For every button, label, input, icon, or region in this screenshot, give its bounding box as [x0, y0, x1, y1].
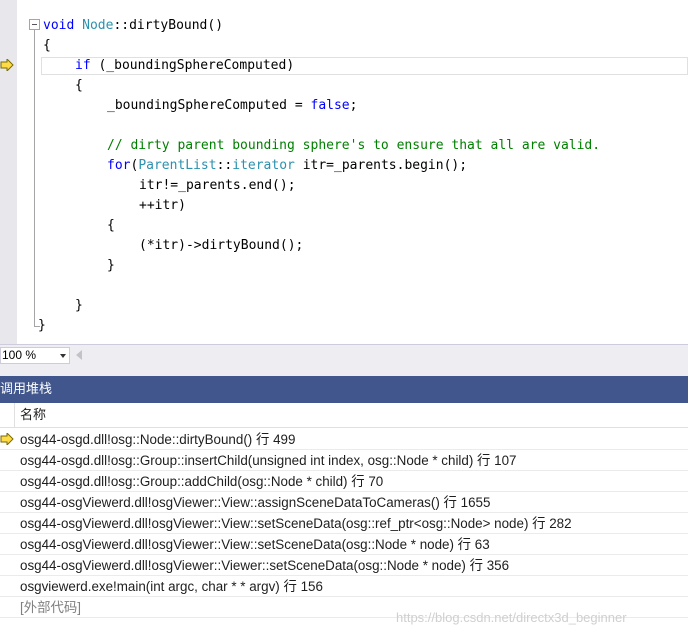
code-token: } — [75, 298, 83, 313]
callstack-frame-text: osg44-osgViewerd.dll!osgViewer::Viewer::… — [20, 558, 510, 573]
callstack-row[interactable]: osg44-osgViewerd.dll!osgViewer::Viewer::… — [0, 555, 688, 576]
code-line[interactable]: } — [38, 316, 46, 336]
code-token: (_boundingSphereComputed) — [90, 58, 295, 73]
panel-splitter[interactable] — [0, 365, 688, 376]
code-line[interactable]: if (_boundingSphereComputed) — [75, 56, 294, 76]
code-token: itr=_parents.begin(); — [294, 158, 468, 173]
code-token: { — [43, 38, 51, 53]
code-token: { — [107, 218, 115, 233]
code-token: itr!=_parents.end(); — [139, 178, 296, 193]
code-token: (*itr)->dirtyBound(); — [139, 238, 304, 253]
callstack-frame-text: osg44-osgd.dll!osg::Group::insertChild(u… — [20, 453, 517, 468]
code-comment: // dirty parent bounding sphere's to ens… — [107, 138, 601, 153]
callstack-frame-text: [外部代码] — [20, 600, 82, 615]
outline-guide — [34, 30, 35, 326]
code-token: } — [107, 258, 115, 273]
code-token: { — [75, 78, 83, 93]
code-line[interactable]: ++itr) — [139, 196, 186, 216]
column-header-name[interactable]: 名称 — [20, 403, 46, 428]
code-line[interactable]: { — [75, 76, 83, 96]
code-line[interactable]: { — [107, 216, 115, 236]
code-token: ++itr) — [139, 198, 186, 213]
callstack-grid[interactable]: 名称 osg44-osgd.dll!osg::Node::dirtyBound(… — [0, 403, 688, 636]
execution-pointer-icon — [0, 59, 14, 71]
code-token: ; — [349, 98, 358, 113]
code-line[interactable]: for(ParentList::iterator itr=_parents.be… — [107, 156, 467, 176]
code-line[interactable]: } — [107, 256, 115, 276]
chevron-down-icon — [60, 354, 66, 358]
current-frame-arrow-icon — [0, 433, 14, 445]
callstack-row[interactable]: osg44-osgViewerd.dll!osgViewer::View::se… — [0, 513, 688, 534]
code-keyword: void — [43, 18, 75, 33]
callstack-title-bar[interactable]: 调用堆栈 — [0, 376, 688, 403]
indicator-margin[interactable] — [0, 0, 17, 344]
code-line[interactable]: // dirty parent bounding sphere's to ens… — [107, 136, 600, 156]
callstack-row[interactable]: osg44-osgd.dll!osg::Node::dirtyBound() 行… — [0, 429, 688, 450]
column-header: 名称 — [0, 403, 688, 428]
code-token: _boundingSphereComputed = — [107, 98, 311, 113]
code-type: Node — [82, 18, 114, 33]
code-keyword: for — [107, 158, 131, 173]
callstack-frame-text: osg44-osgd.dll!osg::Node::dirtyBound() 行… — [20, 432, 296, 447]
callstack-title: 调用堆栈 — [0, 382, 53, 397]
callstack-row[interactable]: osg44-osgViewerd.dll!osgViewer::View::se… — [0, 534, 688, 555]
callstack-row[interactable]: osg44-osgViewerd.dll!osgViewer::View::as… — [0, 492, 688, 513]
code-type: ParentList — [138, 158, 217, 173]
callstack-frame-text: osg44-osgd.dll!osg::Group::addChild(osg:… — [20, 474, 384, 489]
code-token: :: — [216, 158, 233, 173]
callstack-frame-text: osgviewerd.exe!main(int argc, char * * a… — [20, 579, 323, 594]
editor-status-bar: 100 % — [0, 344, 688, 365]
callstack-row[interactable]: osg44-osgd.dll!osg::Group::insertChild(u… — [0, 450, 688, 471]
callstack-frame-text: osg44-osgViewerd.dll!osgViewer::View::as… — [20, 495, 491, 510]
zoom-level-value: 100 % — [2, 348, 37, 362]
zoom-level-dropdown[interactable]: 100 % — [0, 347, 70, 364]
code-line[interactable]: _boundingSphereComputed = false; — [107, 96, 357, 116]
callstack-frame-text: osg44-osgViewerd.dll!osgViewer::View::se… — [20, 537, 490, 552]
callstack-row[interactable]: osg44-osgd.dll!osg::Group::addChild(osg:… — [0, 471, 688, 492]
code-type: iterator — [232, 158, 295, 173]
code-line[interactable]: { — [43, 36, 51, 56]
code-line[interactable]: (*itr)->dirtyBound(); — [139, 236, 303, 256]
column-header-gutter — [0, 403, 15, 428]
code-token: ::dirtyBound() — [113, 18, 224, 33]
code-line[interactable]: } — [75, 296, 83, 316]
callstack-frame-text: osg44-osgViewerd.dll!osgViewer::View::se… — [20, 516, 572, 531]
code-line[interactable]: itr!=_parents.end(); — [139, 176, 296, 196]
code-keyword: false — [310, 98, 350, 113]
code-editor[interactable]: void Node::dirtyBound(){if (_boundingSph… — [0, 0, 688, 344]
code-keyword: if — [75, 58, 91, 73]
code-token: } — [38, 318, 46, 333]
callstack-row[interactable]: osgviewerd.exe!main(int argc, char * * a… — [0, 576, 688, 597]
code-line[interactable]: void Node::dirtyBound() — [43, 16, 223, 36]
scroll-left-arrow-icon[interactable] — [76, 350, 82, 360]
watermark: https://blog.csdn.net/directx3d_beginner — [396, 610, 627, 625]
collapse-toggle-icon[interactable] — [29, 19, 40, 30]
